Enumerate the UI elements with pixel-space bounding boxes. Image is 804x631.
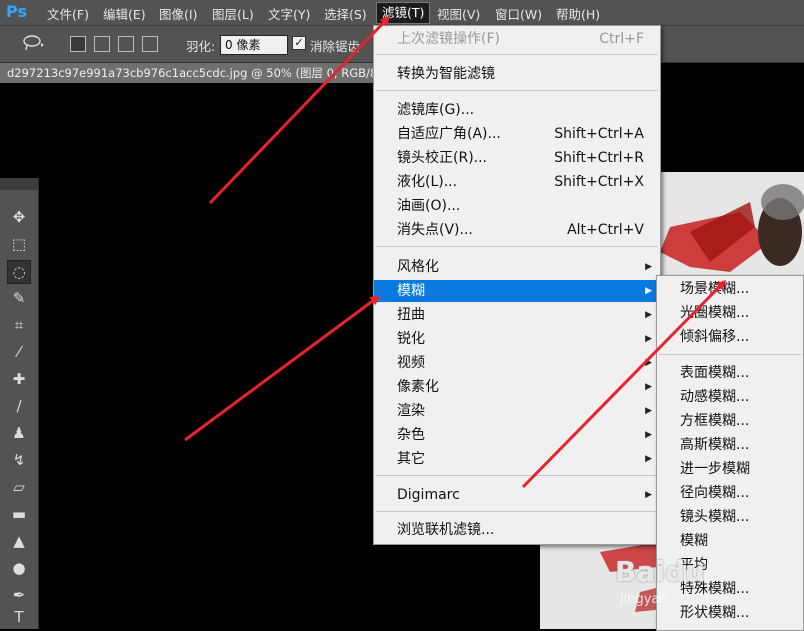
annotation-arrows bbox=[184, 15, 727, 489]
arrow-to-scene-blur bbox=[521, 279, 727, 489]
arrow-to-filter-menu bbox=[208, 15, 391, 205]
arrow-to-blur-item bbox=[184, 295, 381, 442]
